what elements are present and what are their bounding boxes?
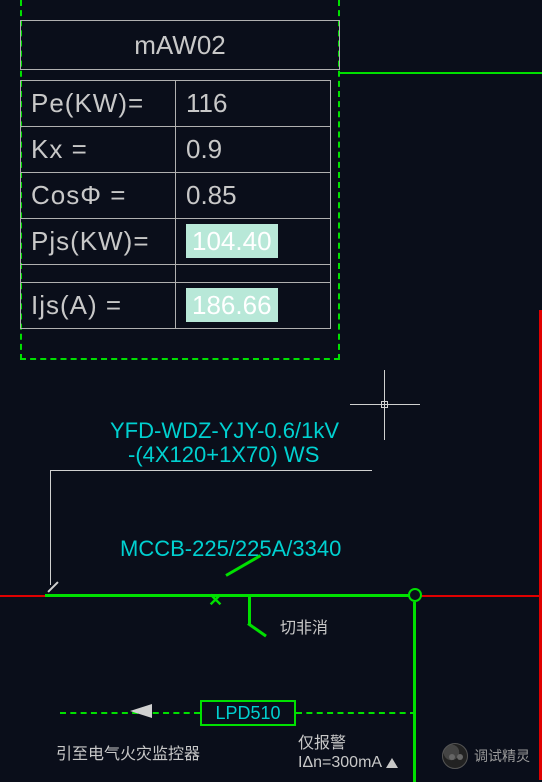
param-label: Kx = <box>21 127 176 173</box>
arrow-left-icon <box>130 704 152 718</box>
cad-cursor-icon <box>350 370 420 440</box>
busbar-red-left <box>0 595 45 597</box>
busbar-red-right <box>420 595 542 597</box>
node-circle-icon <box>408 588 422 602</box>
cable-leader-h <box>50 470 105 471</box>
cable-spec-line1: YFD-WDZ-YJY-0.6/1kV <box>110 418 339 444</box>
param-label: Pe(KW)= <box>21 81 176 127</box>
table-row: Ijs(A) = 186.66 <box>21 283 331 329</box>
watermark-text: 调试精灵 <box>474 746 530 766</box>
watermark-icon <box>442 743 468 769</box>
cable-leader-v <box>50 470 51 585</box>
note-left: 引至电气火灾监控器 <box>56 740 200 764</box>
table-row: Pe(KW)= 116 <box>21 81 331 127</box>
param-table: Pe(KW)= 116 Kx = 0.9 CosΦ = 0.85 Pjs(KW)… <box>20 80 331 329</box>
note-right-top: 仅报警 <box>298 734 398 753</box>
param-value-hl: 186.66 <box>186 288 278 322</box>
triangle-icon <box>386 758 398 768</box>
panel-top-green-line <box>338 72 542 74</box>
panel-title: mAW02 <box>20 20 340 70</box>
device-dashed-right <box>296 712 416 714</box>
cable-spec-line2: -(4X120+1X70) WS <box>128 442 319 468</box>
watermark: 调试精灵 <box>442 743 530 769</box>
breaker-note: 切非消 <box>280 614 328 638</box>
param-value: 116 <box>176 81 331 127</box>
note-right-bottom: IΔn=300mA <box>298 753 398 772</box>
param-value: 0.9 <box>176 127 331 173</box>
table-row: Pjs(KW)= 104.40 <box>21 219 331 265</box>
breaker-tail-line <box>247 622 267 637</box>
param-value: 0.85 <box>176 173 331 219</box>
param-label: Pjs(KW)= <box>21 219 176 265</box>
table-row: CosΦ = 0.85 <box>21 173 331 219</box>
breaker-drop-line <box>248 594 251 624</box>
circuit-vertical-line <box>413 602 416 782</box>
param-value: 104.40 <box>176 219 331 265</box>
note-right: 仅报警 IΔn=300mA <box>298 734 398 772</box>
param-value-hl: 104.40 <box>186 224 278 258</box>
table-row: Kx = 0.9 <box>21 127 331 173</box>
breaker-x-icon: ✕ <box>208 590 223 611</box>
param-value: 186.66 <box>176 283 331 329</box>
param-label: Ijs(A) = <box>21 283 176 329</box>
cable-tick-icon <box>46 580 60 594</box>
param-label: CosΦ = <box>21 173 176 219</box>
device-box: LPD510 <box>200 700 296 726</box>
table-spacer <box>21 265 331 283</box>
cable-underline <box>104 470 372 471</box>
breaker-symbol: ✕ <box>208 584 262 614</box>
breaker-label: MCCB-225/225A/3340 <box>120 536 341 562</box>
